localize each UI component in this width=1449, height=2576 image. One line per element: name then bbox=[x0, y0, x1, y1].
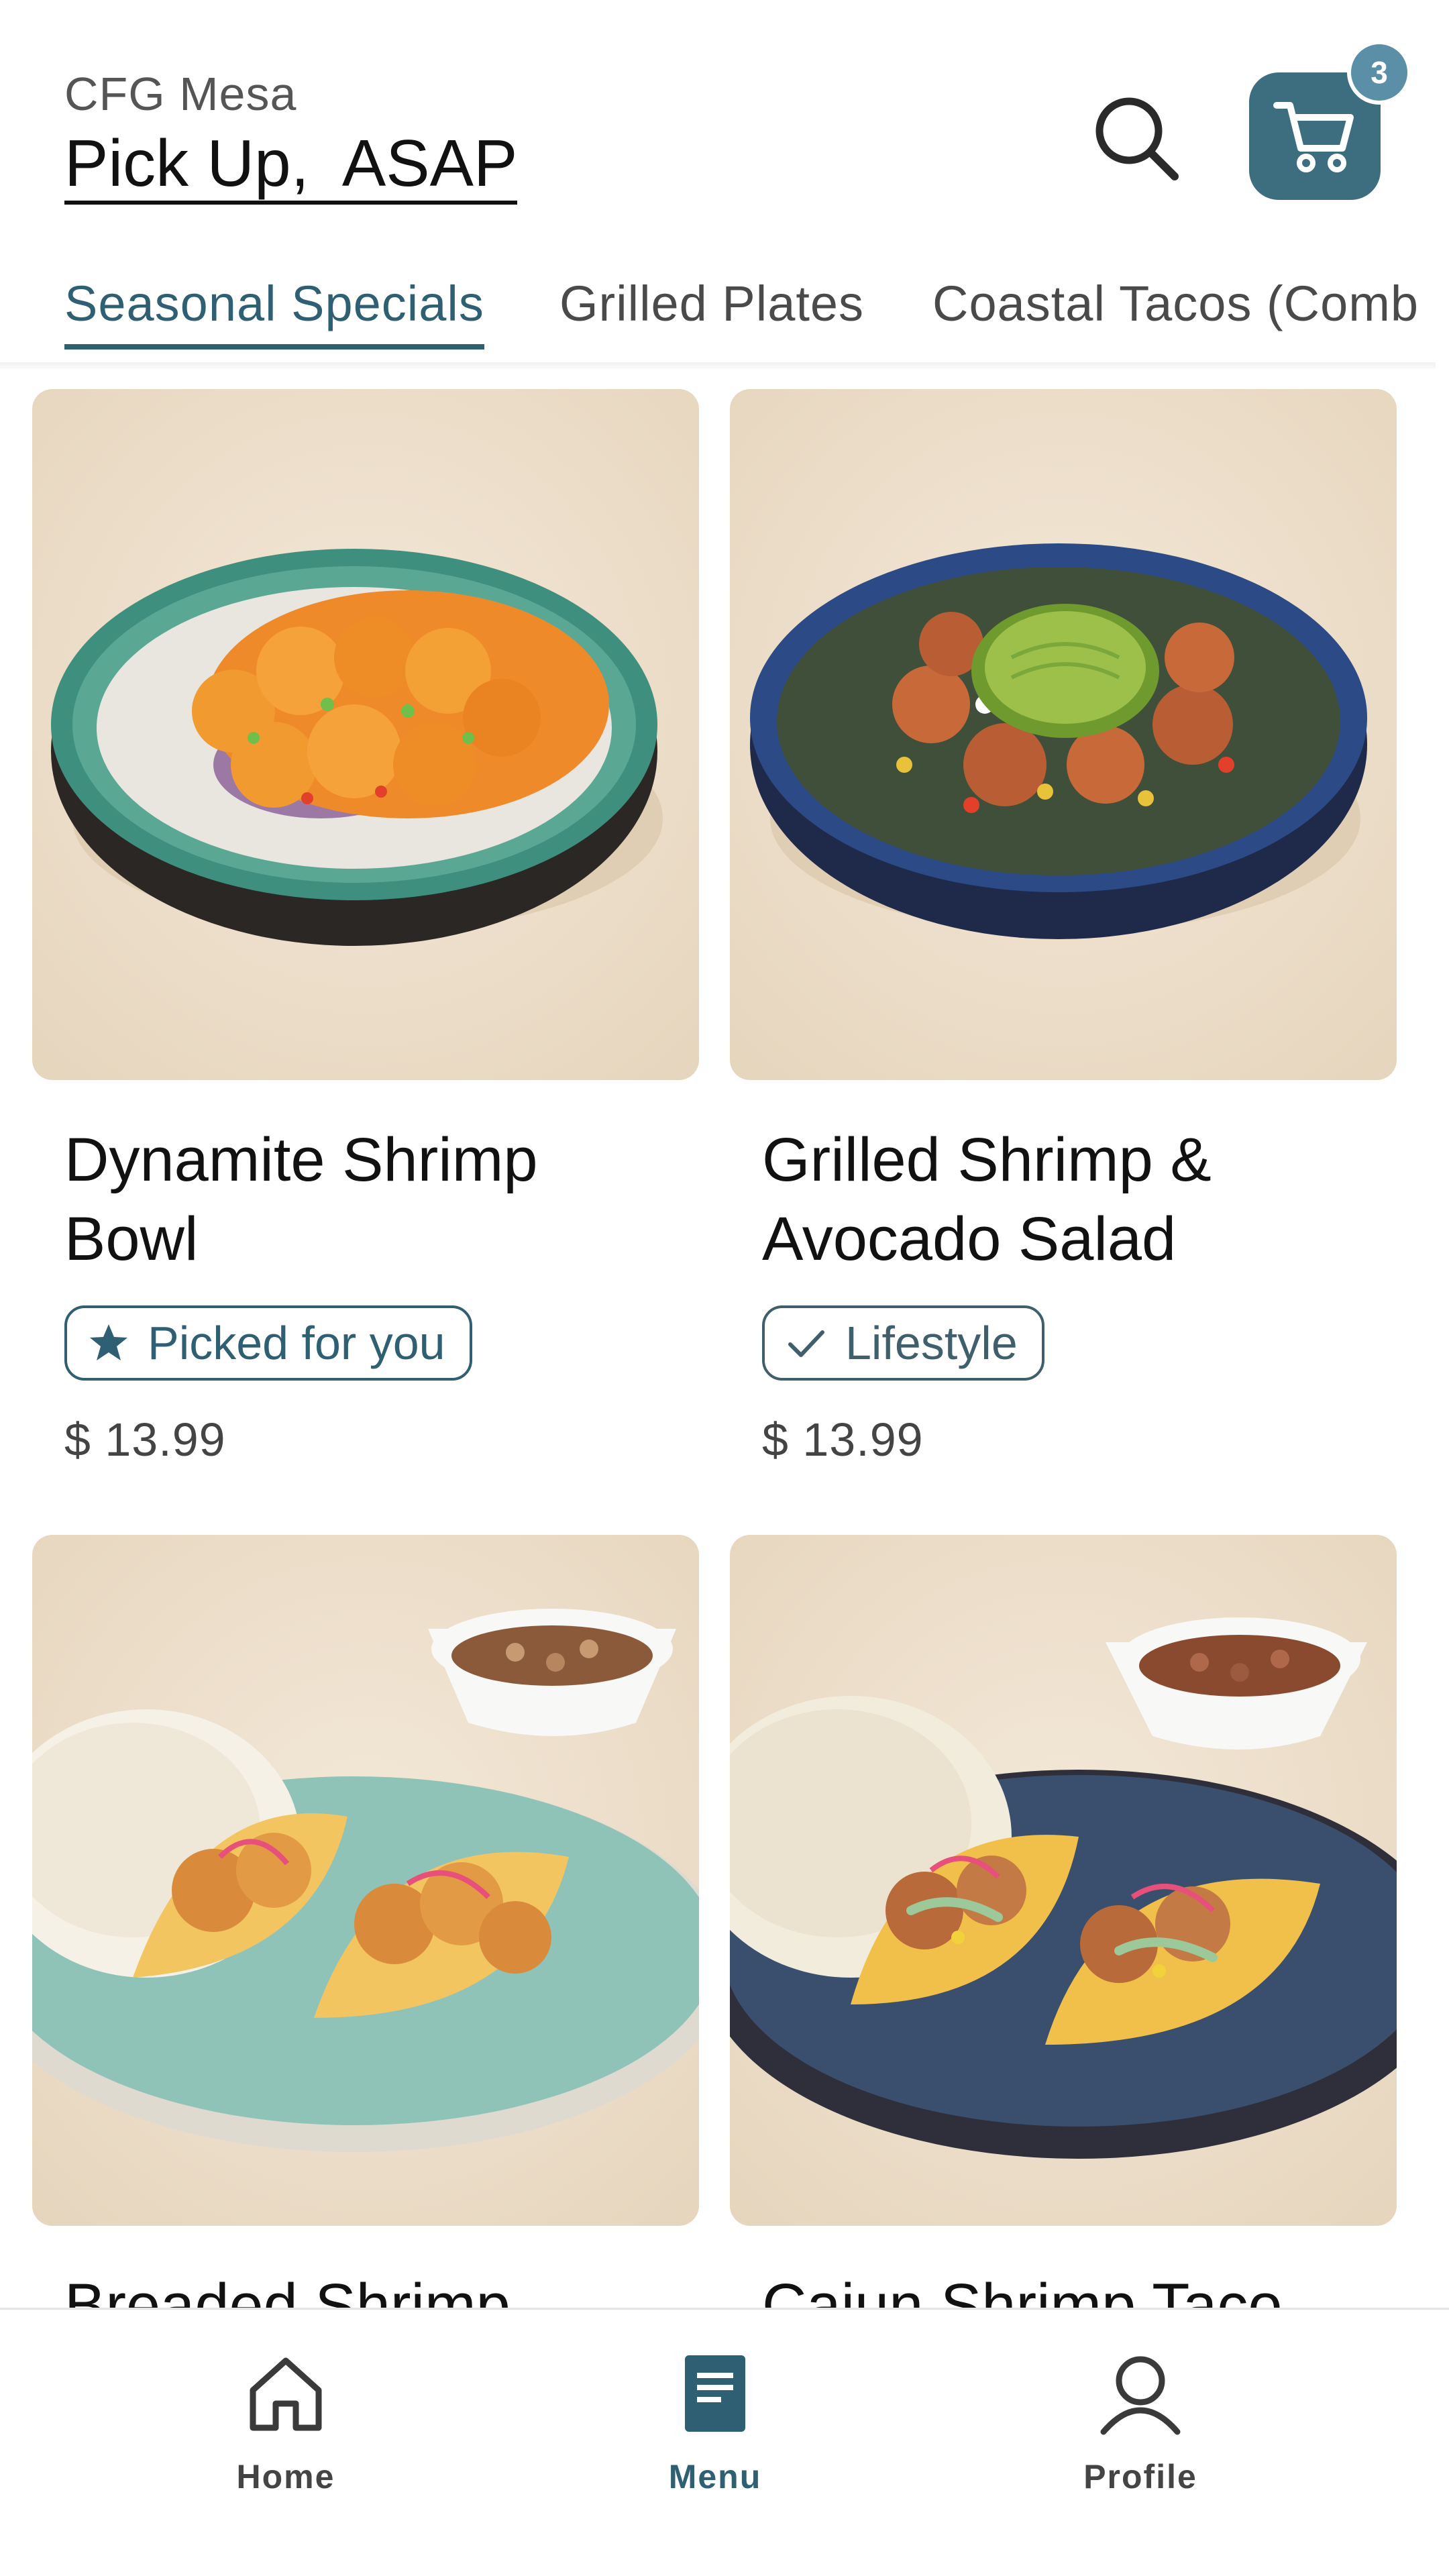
search-button[interactable] bbox=[1085, 87, 1186, 188]
menu-item-card[interactable]: Dynamite Shrimp Bowl Picked for you $ 13… bbox=[32, 389, 699, 1466]
header: CFG Mesa Pick Up, ASAP 3 Seasonal Specia… bbox=[0, 0, 1449, 362]
nav-home[interactable]: Home bbox=[165, 2343, 407, 2518]
app-root: CFG Mesa Pick Up, ASAP 3 Seasonal Specia… bbox=[0, 0, 1449, 2576]
menu-item-title: Dynamite Shrimp Bowl bbox=[64, 1126, 538, 1273]
nav-profile[interactable]: Profile bbox=[1020, 2343, 1261, 2518]
bottom-nav: Home Menu Profile bbox=[0, 2308, 1449, 2576]
menu-book-icon bbox=[665, 2343, 765, 2444]
menu-item-title: Grilled Shrimp & Avocado Salad bbox=[762, 1126, 1212, 1273]
menu-item-card[interactable]: Grilled Shrimp & Avocado Salad Lifestyle… bbox=[730, 389, 1397, 1466]
nav-label: Home bbox=[236, 2458, 335, 2496]
cart-icon bbox=[1273, 102, 1354, 172]
category-tabs: Seasonal Specials Grilled Plates Coastal… bbox=[0, 262, 1436, 356]
picked-for-you-tag: Picked for you bbox=[64, 1305, 472, 1381]
menu-item-image[interactable] bbox=[730, 389, 1397, 1080]
nav-label: Menu bbox=[668, 2458, 762, 2496]
cart-count-badge: 3 bbox=[1347, 40, 1411, 105]
menu-item-image[interactable] bbox=[32, 389, 699, 1080]
search-icon bbox=[1095, 97, 1179, 180]
check-icon bbox=[785, 1322, 828, 1364]
menu-item-image[interactable] bbox=[32, 1535, 699, 2226]
tab-seasonal-specials[interactable]: Seasonal Specials bbox=[64, 275, 484, 350]
menu-item-price: $ 13.99 bbox=[64, 1413, 226, 1466]
nav-label: Profile bbox=[1083, 2458, 1197, 2496]
profile-icon bbox=[1090, 2343, 1191, 2444]
star-icon bbox=[87, 1322, 130, 1364]
menu-item-price: $ 13.99 bbox=[762, 1413, 924, 1466]
menu-item-title: Cajun Shrimp Taco bbox=[762, 2271, 1283, 2308]
home-icon bbox=[235, 2343, 336, 2444]
nav-menu[interactable]: Menu bbox=[594, 2343, 836, 2518]
tab-coastal-tacos[interactable]: Coastal Tacos (Comb bbox=[932, 275, 1419, 344]
pickup-time-selector[interactable]: Pick Up, ASAP bbox=[64, 129, 518, 205]
store-name[interactable]: CFG Mesa bbox=[64, 67, 297, 121]
tab-grilled-plates[interactable]: Grilled Plates bbox=[559, 275, 864, 344]
menu-item-card[interactable]: Breaded Shrimp bbox=[32, 1535, 699, 2308]
tag-label: Picked for you bbox=[148, 1317, 445, 1369]
tag-label: Lifestyle bbox=[845, 1317, 1018, 1369]
lifestyle-tag: Lifestyle bbox=[762, 1305, 1044, 1381]
menu-item-grid: Dynamite Shrimp Bowl Picked for you $ 13… bbox=[0, 369, 1436, 2308]
menu-item-card[interactable]: Cajun Shrimp Taco bbox=[730, 1535, 1397, 2308]
menu-item-title: Breaded Shrimp bbox=[64, 2271, 511, 2308]
menu-item-image[interactable] bbox=[730, 1535, 1397, 2226]
